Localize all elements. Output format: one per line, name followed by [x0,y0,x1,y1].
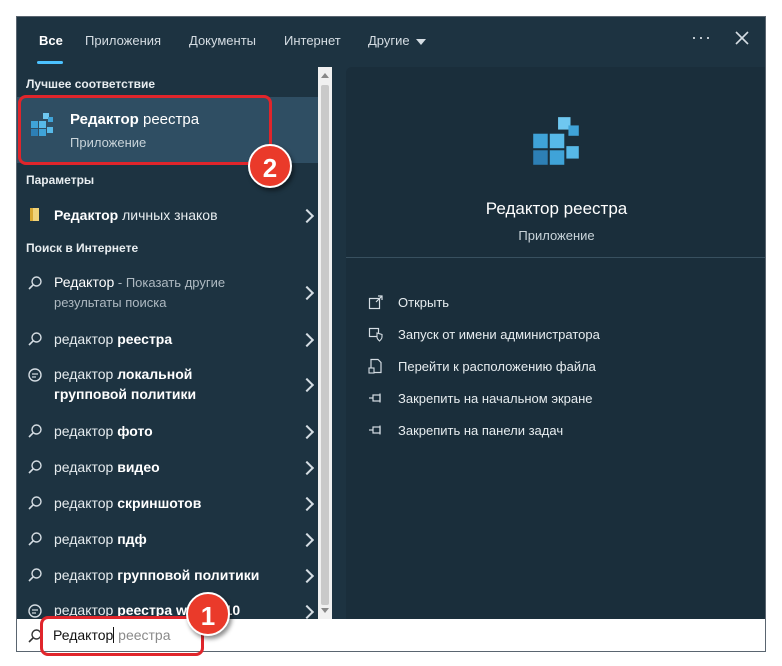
tab-all[interactable]: Все [39,33,63,48]
highlight-search-input [40,616,204,656]
close-icon[interactable] [731,27,753,49]
chevron-right-icon [299,424,315,440]
web-item-label-line2: групповой политики [54,386,197,402]
preview-title: Редактор реестра [485,199,628,218]
action-open[interactable]: Открыть [368,293,668,313]
web-item-label: редактор видео [54,459,160,475]
pin-start-icon [369,393,381,403]
scroll-up-icon[interactable] [321,73,329,78]
step-badge-2: 2 [248,144,292,188]
preview-subtitle: Приложение [518,228,595,243]
settings-item-label: Редактор личных знаков [54,207,218,223]
top-bar: Все Приложения Документы Интернет Другие… [17,17,765,67]
web-item-label: редактор фото [54,423,153,439]
chevron-right-icon [299,208,315,224]
more-options-icon[interactable]: ··· [691,27,712,48]
web-item[interactable]: редактор пдф [17,527,318,551]
chevron-right-icon [299,285,315,301]
web-item-label: редактор скриншотов [54,495,202,511]
search-icon [28,424,42,438]
private-char-editor-icon [30,208,39,221]
search-icon [28,460,42,474]
action-label: Перейти к расположению файла [398,359,596,374]
action-pin-start[interactable]: Закрепить на начальном экране [368,389,668,409]
web-item-label: редактор пдф [54,531,147,547]
tab-internet[interactable]: Интернет [284,33,341,48]
action-run-as-admin[interactable]: Запуск от имени администратора [368,325,668,345]
web-item-show-more[interactable]: Редактор - Показать другие результаты по… [17,271,318,315]
web-item[interactable]: редактор групповой политики [17,563,318,587]
web-item[interactable]: редактор видео [17,455,318,479]
web-item-label: редактор групповой политики [54,567,260,583]
admin-shield-icon [368,327,383,342]
web-item-label: Редактор - Показать другие [54,274,226,290]
tab-more[interactable]: Другие [368,33,426,48]
trending-search-icon [28,604,42,618]
chevron-right-icon [299,377,315,393]
web-item[interactable]: редактор реестра [17,327,318,351]
web-item[interactable]: редактор локальной групповой политики [17,363,318,407]
trending-search-icon [28,368,42,382]
tab-active-indicator [37,61,63,64]
chevron-right-icon [299,532,315,548]
chevron-right-icon [299,332,315,348]
action-label: Открыть [398,295,450,310]
scrollbar-thumb[interactable] [321,85,329,605]
tab-apps[interactable]: Приложения [85,33,161,48]
web-item[interactable]: редактор скриншотов [17,491,318,515]
section-settings: Параметры [26,173,95,187]
search-icon [28,532,42,546]
section-web-search: Поиск в Интернете [26,241,139,255]
chevron-right-icon [299,460,315,476]
web-item-label: редактор локальной [54,366,193,382]
scroll-down-icon[interactable] [321,608,329,613]
action-pin-taskbar[interactable]: Закрепить на панели задач [368,421,668,441]
action-open-file-location[interactable]: Перейти к расположению файла [368,357,668,377]
results-scrollbar[interactable] [318,67,332,619]
preview-divider [346,257,765,258]
search-icon [28,568,42,582]
highlight-best-match [18,95,272,165]
action-label: Закрепить на панели задач [398,423,564,438]
chevron-right-icon [299,568,315,584]
pin-taskbar-icon [369,425,381,435]
settings-item-private-characters[interactable]: Редактор личных знаков [17,203,318,227]
section-best-match: Лучшее соответствие [26,77,156,91]
preview-panel: Редактор реестра Приложение Открыть Запу… [346,67,765,619]
caret-down-icon [415,38,426,45]
open-icon [368,295,383,310]
action-label: Запуск от имени администратора [398,327,600,342]
action-label: Закрепить на начальном экране [398,391,593,406]
search-icon [28,496,42,510]
web-item-sublabel: результаты поиска [54,295,167,310]
step-badge-1: 1 [186,592,230,636]
web-item-label: редактор реестра [54,331,173,347]
search-icon [28,276,42,290]
tab-documents[interactable]: Документы [189,33,256,48]
chevron-right-icon [299,604,315,619]
registry-editor-large-icon [533,117,579,165]
chevron-right-icon [299,496,315,512]
web-item[interactable]: редактор фото [17,419,318,443]
tab-more-label: Другие [368,33,410,48]
search-icon [28,332,42,346]
file-location-icon [368,358,382,374]
